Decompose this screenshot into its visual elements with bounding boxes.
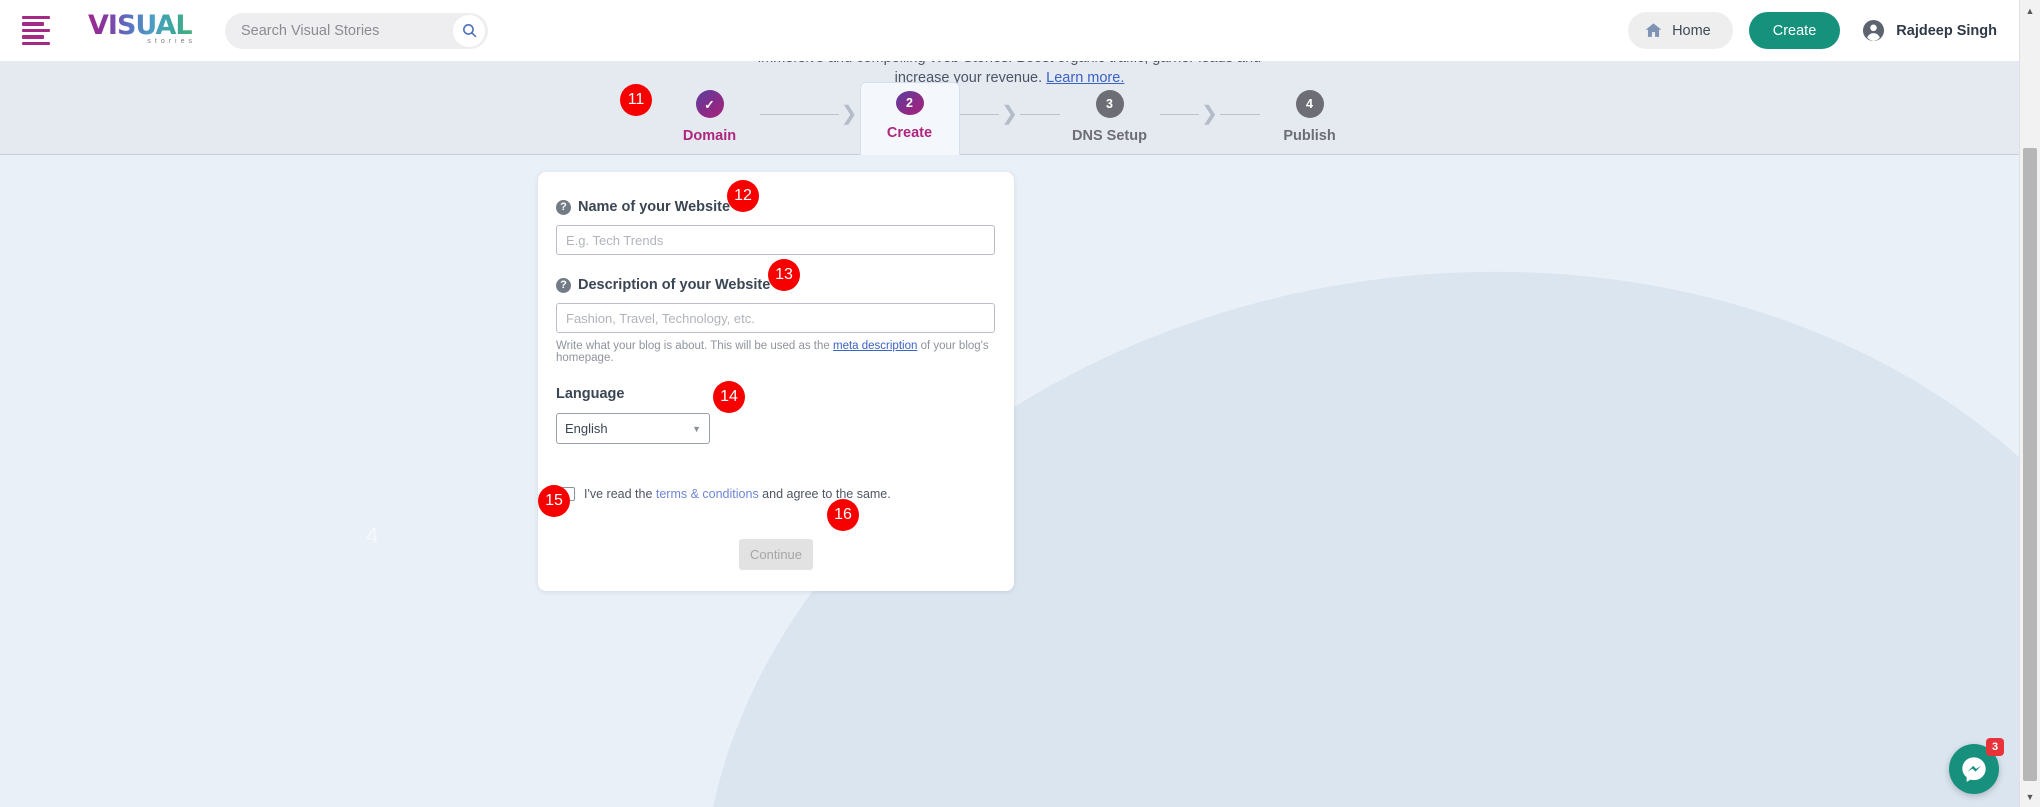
stepper-connector-2: ❯	[960, 90, 1060, 124]
step-domain-label: Domain	[683, 128, 736, 144]
description-hint: Write what your blog is about. This will…	[556, 340, 996, 364]
scrollbar-down-arrow[interactable]: ▼	[2020, 786, 2040, 807]
header-right-actions: Home Create Rajdeep Singh	[1628, 12, 2019, 49]
website-name-label: Name of your Website	[578, 199, 730, 215]
step-create-label: Create	[887, 125, 932, 141]
app-root: 4 ? Name of your Website * ? Description…	[0, 0, 2040, 807]
step-domain[interactable]: ✓ Domain	[660, 90, 760, 144]
terms-row: I've read the terms & conditions and agr…	[556, 487, 996, 501]
user-menu[interactable]: Rajdeep Singh	[1856, 19, 1997, 42]
step-dns-setup-dot: 3	[1096, 90, 1124, 118]
continue-button[interactable]: Continue	[739, 539, 813, 570]
stepper: ✓ Domain ❯ 2 Create ❯ 3 DNS Setup	[660, 90, 1360, 155]
logo-wordmark: VISUAL	[88, 11, 200, 41]
step-dns-setup-label: DNS Setup	[1072, 128, 1147, 144]
search-input[interactable]: Search Visual Stories	[225, 23, 453, 39]
chevron-down-icon: ▼	[692, 424, 701, 434]
create-button[interactable]: Create	[1749, 12, 1841, 49]
stepper-strip: immersive and compelling Web Stories. Bo…	[0, 47, 2019, 155]
help-circle-icon[interactable]: ?	[556, 278, 571, 293]
language-selected-value: English	[565, 421, 608, 436]
step-publish-dot: 4	[1296, 90, 1324, 118]
step-domain-dot: ✓	[696, 90, 724, 118]
account-circle-icon	[1862, 19, 1885, 42]
intro-line-2-row: increase your revenue. Learn more.	[0, 68, 2019, 88]
chevron-right-icon: ❯	[841, 104, 858, 124]
step-publish[interactable]: 4 Publish	[1260, 90, 1360, 144]
messenger-unread-badge: 3	[1986, 738, 2004, 756]
connector-line	[1020, 114, 1060, 115]
annotation-marker-12: 12	[727, 180, 759, 212]
search-box[interactable]: Search Visual Stories	[225, 13, 488, 49]
step-create-dot: 2	[896, 91, 924, 115]
website-name-label-row: ? Name of your Website *	[556, 199, 996, 215]
terms-text-before: I've read the	[584, 487, 656, 501]
page-scrollbar[interactable]: ▲ ▼	[2019, 0, 2040, 807]
chevron-right-icon: ❯	[1201, 104, 1218, 124]
help-circle-icon[interactable]: ?	[556, 200, 571, 215]
annotation-marker-11: 11	[620, 84, 652, 116]
messenger-icon	[1960, 755, 1988, 783]
website-description-label: Description of your Website	[578, 277, 770, 293]
annotation-marker-13: 13	[768, 259, 800, 291]
language-select[interactable]: English ▼	[556, 413, 710, 444]
step-dns-setup[interactable]: 3 DNS Setup	[1060, 90, 1160, 144]
scrollbar-thumb[interactable]	[2023, 148, 2037, 781]
connector-line	[1220, 114, 1260, 115]
search-icon[interactable]	[453, 15, 485, 47]
visual-stories-logo[interactable]: VISUAL stories	[88, 11, 200, 51]
create-website-form-card: ? Name of your Website * ? Description o…	[538, 172, 1014, 591]
annotation-marker-16: 16	[827, 499, 859, 531]
page-background: 4 ? Name of your Website * ? Description…	[0, 155, 2019, 807]
home-button[interactable]: Home	[1628, 12, 1733, 49]
scrollbar-up-arrow[interactable]: ▲	[2020, 0, 2040, 21]
top-header-bar: VISUAL stories Search Visual Stories Hom…	[0, 0, 2019, 61]
home-icon	[1644, 21, 1663, 40]
step-publish-label: Publish	[1283, 128, 1335, 144]
language-label: Language	[556, 386, 996, 402]
meta-description-link[interactable]: meta description	[833, 340, 917, 352]
user-name: Rajdeep Singh	[1896, 23, 1997, 39]
learn-more-link[interactable]: Learn more.	[1046, 70, 1124, 86]
website-name-input[interactable]	[556, 225, 995, 255]
continue-button-wrap: Continue	[556, 539, 996, 570]
stepper-connector-1: ❯	[760, 90, 860, 124]
terms-conditions-link[interactable]: terms & conditions	[656, 487, 759, 501]
website-description-input[interactable]	[556, 303, 995, 333]
annotation-marker-14: 14	[713, 381, 745, 413]
messenger-chat-button[interactable]: 3	[1949, 744, 1999, 794]
chevron-right-icon: ❯	[1001, 104, 1018, 124]
description-hint-before: Write what your blog is about. This will…	[556, 340, 833, 352]
background-watermark: 4	[366, 523, 378, 549]
connector-line	[960, 114, 1000, 115]
connector-line	[760, 114, 839, 115]
home-label: Home	[1672, 23, 1711, 39]
hamburger-menu-icon[interactable]	[22, 16, 56, 46]
terms-text-after: and agree to the same.	[759, 487, 891, 501]
connector-line	[1160, 114, 1200, 115]
stepper-connector-3: ❯	[1160, 90, 1260, 124]
step-create[interactable]: 2 Create	[860, 82, 960, 155]
annotation-marker-15: 15	[538, 485, 570, 517]
